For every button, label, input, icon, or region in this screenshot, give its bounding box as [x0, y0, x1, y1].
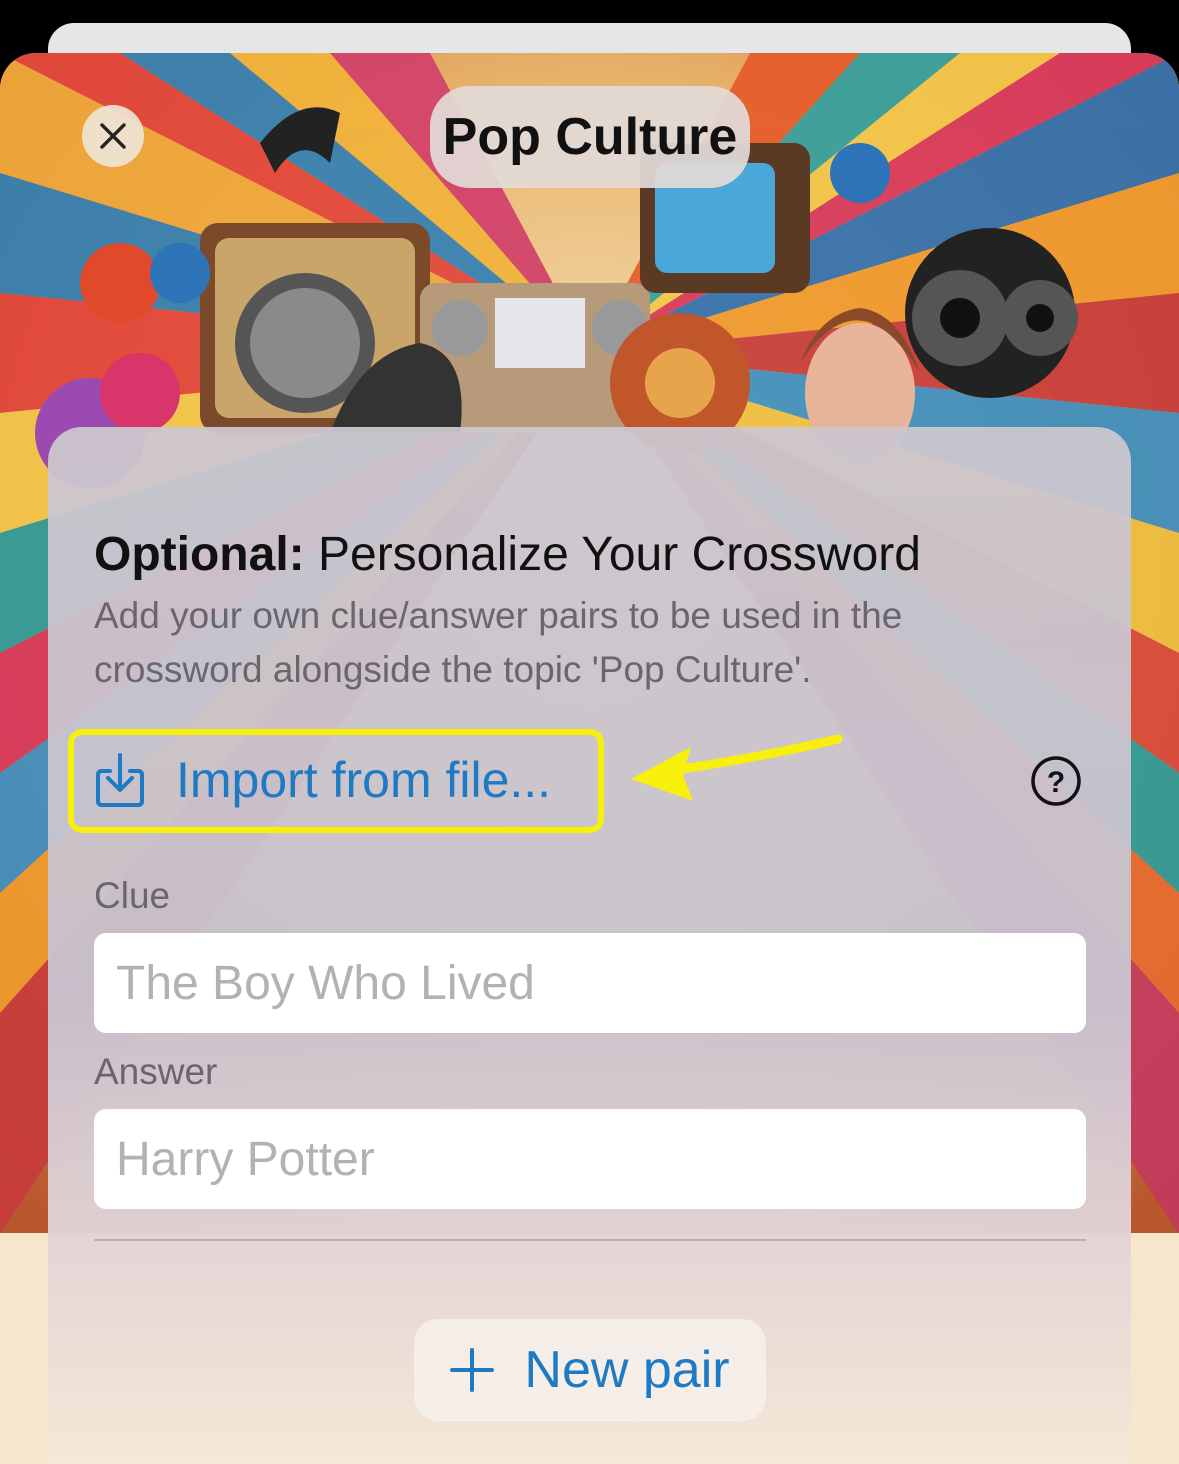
- new-pair-button[interactable]: New pair: [414, 1319, 766, 1421]
- plus-icon: [450, 1348, 495, 1392]
- yellow-arrow-icon: [631, 734, 843, 801]
- heading-bold: Optional:: [94, 528, 305, 581]
- question-circle-icon[interactable]: ?: [1030, 755, 1082, 807]
- close-icon: [100, 123, 126, 149]
- clue-input[interactable]: [94, 933, 1086, 1033]
- card-heading: Optional: Personalize Your Crossword: [94, 527, 921, 582]
- clue-label: Clue: [94, 875, 171, 916]
- svg-text:?: ?: [1047, 766, 1065, 799]
- close-button[interactable]: [82, 105, 144, 167]
- card-subtitle: Add your own clue/answer pairs to be use…: [94, 595, 903, 690]
- personalize-card: Optional: Personalize Your Crossword Add…: [48, 427, 1131, 1464]
- heading-rest: Personalize Your Crossword: [304, 528, 921, 581]
- import-from-file-label: Import from file...: [176, 752, 552, 808]
- import-from-file-button[interactable]: Import from file...: [94, 747, 551, 813]
- answer-label: Answer: [94, 1051, 218, 1092]
- modal-sheet: Pop Culture Optional: Personalize Your C…: [0, 53, 1179, 1464]
- answer-input[interactable]: [94, 1109, 1086, 1209]
- page-title: Pop Culture: [430, 86, 750, 188]
- divider: [94, 1239, 1086, 1241]
- import-file-icon: [96, 753, 144, 807]
- new-pair-label: New pair: [524, 1341, 730, 1399]
